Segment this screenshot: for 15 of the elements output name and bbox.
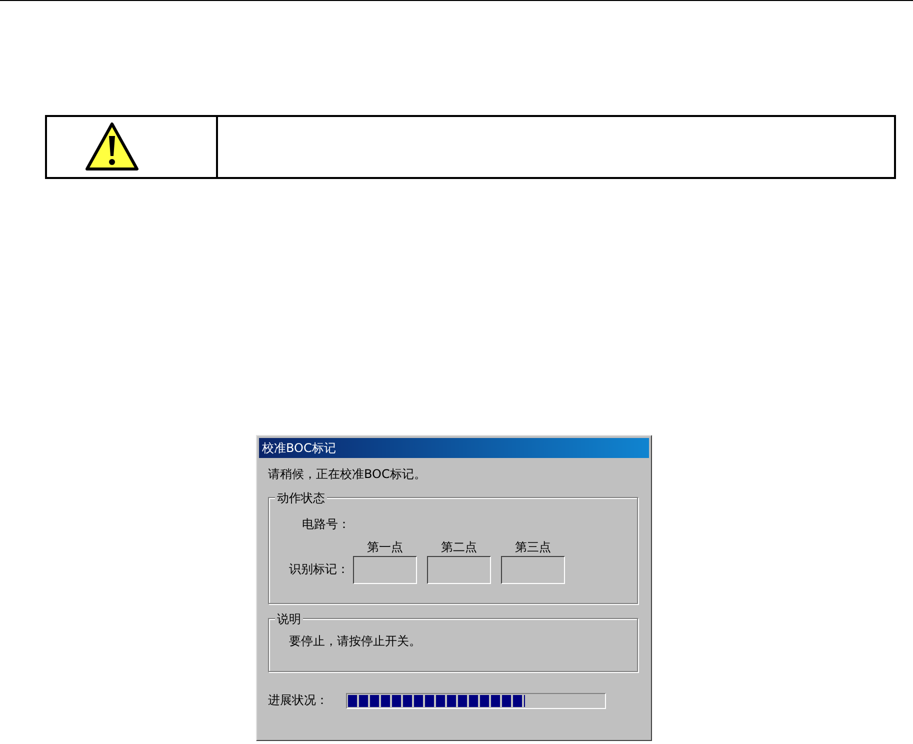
status-message: 请稍候，正在校准BOC标记。 — [268, 466, 427, 483]
point-label: 第一点 — [367, 539, 403, 556]
group-title: 动作状态 — [275, 490, 327, 507]
progress-label: 进展状况： — [268, 692, 328, 709]
circuit-label: 电路号： — [302, 517, 350, 531]
point-field[interactable] — [353, 556, 417, 584]
mark-label: 识别标记： — [289, 561, 349, 578]
group-title: 说明 — [275, 611, 303, 628]
point-label: 第二点 — [441, 539, 477, 556]
warning-icon — [84, 121, 140, 173]
note-text: 要停止，请按停止开关。 — [289, 634, 421, 648]
point-field[interactable] — [427, 556, 491, 584]
point-label: 第三点 — [515, 539, 551, 556]
point-field[interactable] — [501, 556, 565, 584]
window-title: 校准BOC标记 — [262, 440, 336, 456]
